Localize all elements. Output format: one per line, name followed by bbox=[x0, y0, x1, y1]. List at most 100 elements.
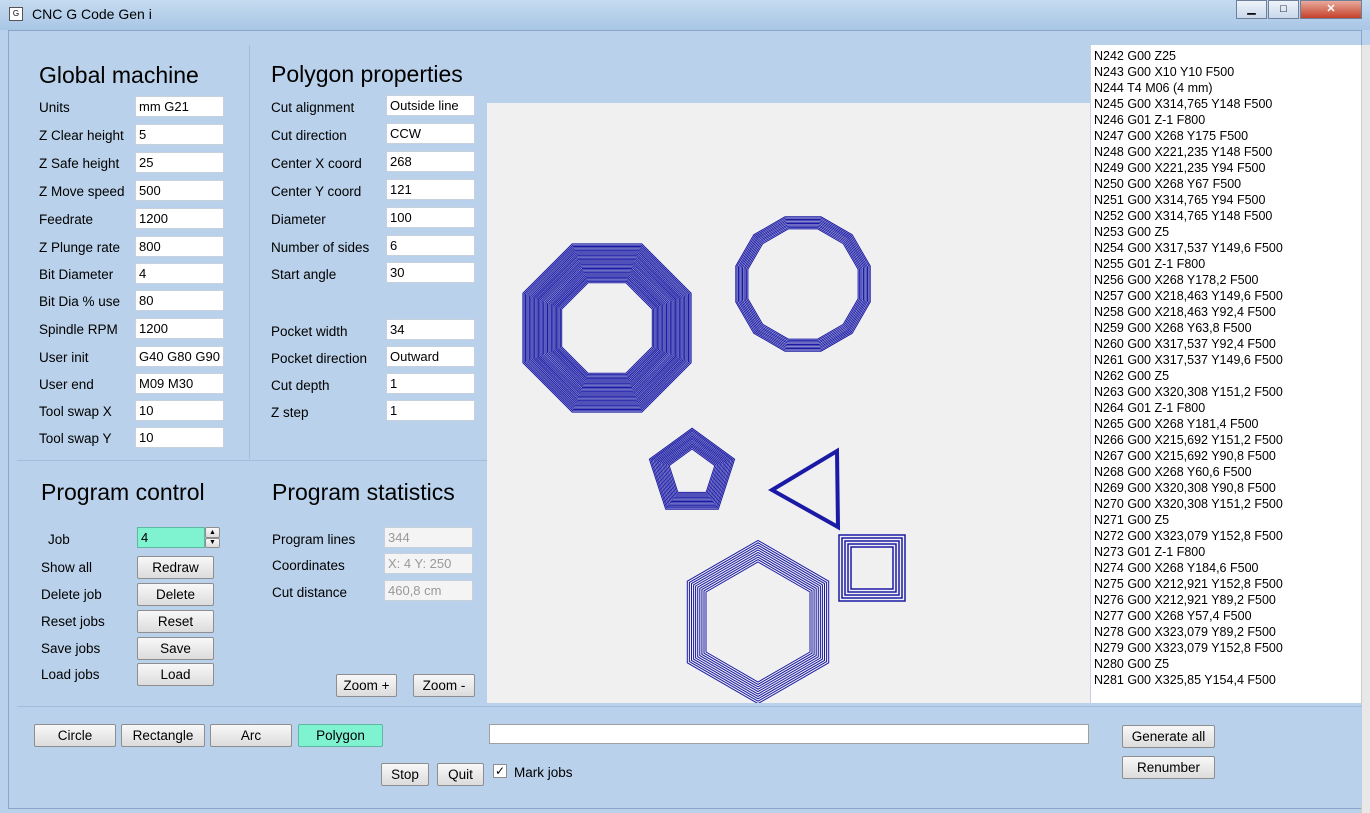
gcode-line: N263 G00 X320,308 Y151,2 F500 bbox=[1094, 385, 1283, 399]
global-field-label: Feedrate bbox=[39, 212, 94, 227]
maximize-button[interactable]: □ bbox=[1268, 0, 1299, 19]
global-field-label: Bit Dia % use bbox=[39, 294, 121, 309]
control-label: Reset jobs bbox=[41, 614, 105, 629]
polygon-field-input[interactable]: 121 bbox=[386, 179, 475, 200]
polygon-field-input[interactable]: 1 bbox=[386, 400, 475, 421]
octagon-toolpath bbox=[556, 277, 658, 379]
gcode-line: N259 G00 X268 Y63,8 F500 bbox=[1094, 321, 1252, 335]
window-title: CNC G Code Gen i bbox=[32, 6, 152, 22]
hexagon-toolpath bbox=[705, 561, 811, 683]
stats-label: Program lines bbox=[272, 532, 356, 547]
global-field-input[interactable]: 4 bbox=[135, 263, 224, 284]
rectangle-button[interactable]: Rectangle bbox=[121, 724, 205, 747]
polygon-field-label: Cut alignment bbox=[271, 100, 355, 115]
hexagon-toolpath bbox=[693, 547, 823, 697]
octagon-toolpath bbox=[548, 269, 666, 387]
square-toolpath bbox=[838, 534, 906, 602]
mark-jobs-label: Mark jobs bbox=[514, 765, 573, 780]
dodecagon-toolpath bbox=[746, 227, 860, 341]
zoom-out-button[interactable]: Zoom - bbox=[413, 674, 475, 697]
gcode-listing[interactable]: N242 G00 Z25 N243 G00 X10 Y10 F500 N244 T4… bbox=[1090, 45, 1361, 703]
quit-button[interactable]: Quit bbox=[437, 763, 484, 786]
gcode-line: N276 G00 X212,921 Y89,2 F500 bbox=[1094, 593, 1276, 607]
minimize-button[interactable]: ▁ bbox=[1236, 0, 1267, 19]
gcode-line: N273 G01 Z-1 F800 bbox=[1094, 545, 1206, 559]
polygon-button[interactable]: Polygon bbox=[298, 724, 383, 747]
job-down-icon[interactable]: ▼ bbox=[205, 538, 220, 548]
global-field-input[interactable]: M09 M30 bbox=[135, 373, 224, 394]
program-statistics-heading: Program statistics bbox=[272, 479, 455, 505]
job-spinner-input[interactable]: 4 bbox=[137, 527, 205, 548]
square-toolpath bbox=[844, 540, 900, 596]
polygon-field-input[interactable]: Outward bbox=[386, 346, 475, 367]
polygon-field-label: Pocket width bbox=[271, 324, 348, 339]
octagon-toolpath bbox=[535, 256, 679, 400]
gcode-line: N279 G00 X323,079 Y152,8 F500 bbox=[1094, 641, 1283, 655]
polygon-properties-heading: Polygon properties bbox=[271, 61, 463, 87]
global-field-input[interactable]: 800 bbox=[135, 236, 224, 257]
gcode-line: N267 G00 X215,692 Y90,8 F500 bbox=[1094, 449, 1276, 463]
redraw-button[interactable]: Redraw bbox=[137, 556, 214, 579]
drawing-canvas[interactable] bbox=[487, 103, 1090, 705]
global-field-input[interactable]: 1200 bbox=[135, 208, 224, 229]
load-button[interactable]: Load bbox=[137, 663, 214, 686]
polygon-field-input[interactable]: Outside line bbox=[386, 95, 475, 116]
gcode-line: N268 G00 X268 Y60,6 F500 bbox=[1094, 465, 1252, 479]
pentagon-toolpath bbox=[665, 445, 719, 496]
zoom-in-button[interactable]: Zoom + bbox=[336, 674, 397, 697]
polygon-field-input[interactable]: 34 bbox=[386, 319, 475, 340]
stop-button[interactable]: Stop bbox=[381, 763, 429, 786]
gcode-line: N252 G00 X314,765 Y148 F500 bbox=[1094, 209, 1273, 223]
global-field-input[interactable]: 25 bbox=[135, 152, 224, 173]
gcode-line: N280 G00 Z5 bbox=[1094, 657, 1170, 671]
octagon-toolpath bbox=[544, 265, 670, 391]
gcode-line: N281 G00 X325,85 Y154,4 F500 bbox=[1094, 673, 1276, 687]
polygon-field-input[interactable]: 30 bbox=[386, 262, 475, 283]
polygon-field-input[interactable]: 6 bbox=[386, 235, 475, 256]
gcode-line: N278 G00 X323,079 Y89,2 F500 bbox=[1094, 625, 1276, 639]
gcode-line: N255 G01 Z-1 F800 bbox=[1094, 257, 1206, 271]
global-field-input[interactable]: G40 G80 G90 bbox=[135, 346, 224, 367]
delete-button[interactable]: Delete bbox=[137, 583, 214, 606]
gcode-line: N266 G00 X215,692 Y151,2 F500 bbox=[1094, 433, 1283, 447]
gcode-line: N261 G00 X317,537 Y149,6 F500 bbox=[1094, 353, 1283, 367]
global-field-input[interactable]: 10 bbox=[135, 427, 224, 448]
save-button[interactable]: Save bbox=[137, 637, 214, 660]
polygon-field-label: Center X coord bbox=[271, 156, 362, 171]
reset-button[interactable]: Reset bbox=[137, 610, 214, 633]
polygon-field-input[interactable]: 1 bbox=[386, 373, 475, 394]
stats-label: Cut distance bbox=[272, 585, 348, 600]
gcode-line: N247 G00 X268 Y175 F500 bbox=[1094, 129, 1249, 143]
job-up-icon[interactable]: ▲ bbox=[205, 527, 220, 538]
polygon-field-input[interactable]: CCW bbox=[386, 123, 475, 144]
global-field-input[interactable]: mm G21 bbox=[135, 96, 224, 117]
global-field-input[interactable]: 500 bbox=[135, 180, 224, 201]
mark-jobs-checkbox[interactable]: ✓ bbox=[493, 764, 507, 778]
scrollbar[interactable] bbox=[1361, 45, 1370, 813]
control-label: Save jobs bbox=[41, 641, 101, 656]
octagon-toolpath bbox=[559, 280, 655, 376]
global-field-input[interactable]: 80 bbox=[135, 290, 224, 311]
octagon-toolpath bbox=[561, 282, 653, 374]
global-field-label: Z Plunge rate bbox=[39, 240, 121, 255]
renumber-button[interactable]: Renumber bbox=[1122, 756, 1215, 779]
polygon-field-input[interactable]: 100 bbox=[386, 207, 475, 228]
octagon-toolpath bbox=[550, 271, 664, 385]
polygon-field-label: Cut depth bbox=[271, 378, 330, 393]
stats-value: 344 bbox=[384, 527, 473, 548]
generate-all-button[interactable]: Generate all bbox=[1122, 725, 1215, 748]
polygon-field-label: Z step bbox=[271, 405, 309, 420]
gcode-line: N249 G00 X221,235 Y94 F500 bbox=[1094, 161, 1266, 175]
gcode-line: N256 G00 X268 Y178,2 F500 bbox=[1094, 273, 1259, 287]
global-field-input[interactable]: 10 bbox=[135, 400, 224, 421]
polygon-field-input[interactable]: 268 bbox=[386, 151, 475, 172]
hexagon-toolpath bbox=[699, 554, 817, 690]
program-control-heading: Program control bbox=[41, 479, 205, 505]
circle-button[interactable]: Circle bbox=[34, 724, 116, 747]
global-field-input[interactable]: 5 bbox=[135, 124, 224, 145]
arc-button[interactable]: Arc bbox=[210, 724, 292, 747]
global-field-input[interactable]: 1200 bbox=[135, 318, 224, 339]
global-machine-heading: Global machine bbox=[39, 62, 199, 88]
close-button[interactable]: ✕ bbox=[1300, 0, 1362, 19]
gcode-line: N254 G00 X317,537 Y149,6 F500 bbox=[1094, 241, 1283, 255]
